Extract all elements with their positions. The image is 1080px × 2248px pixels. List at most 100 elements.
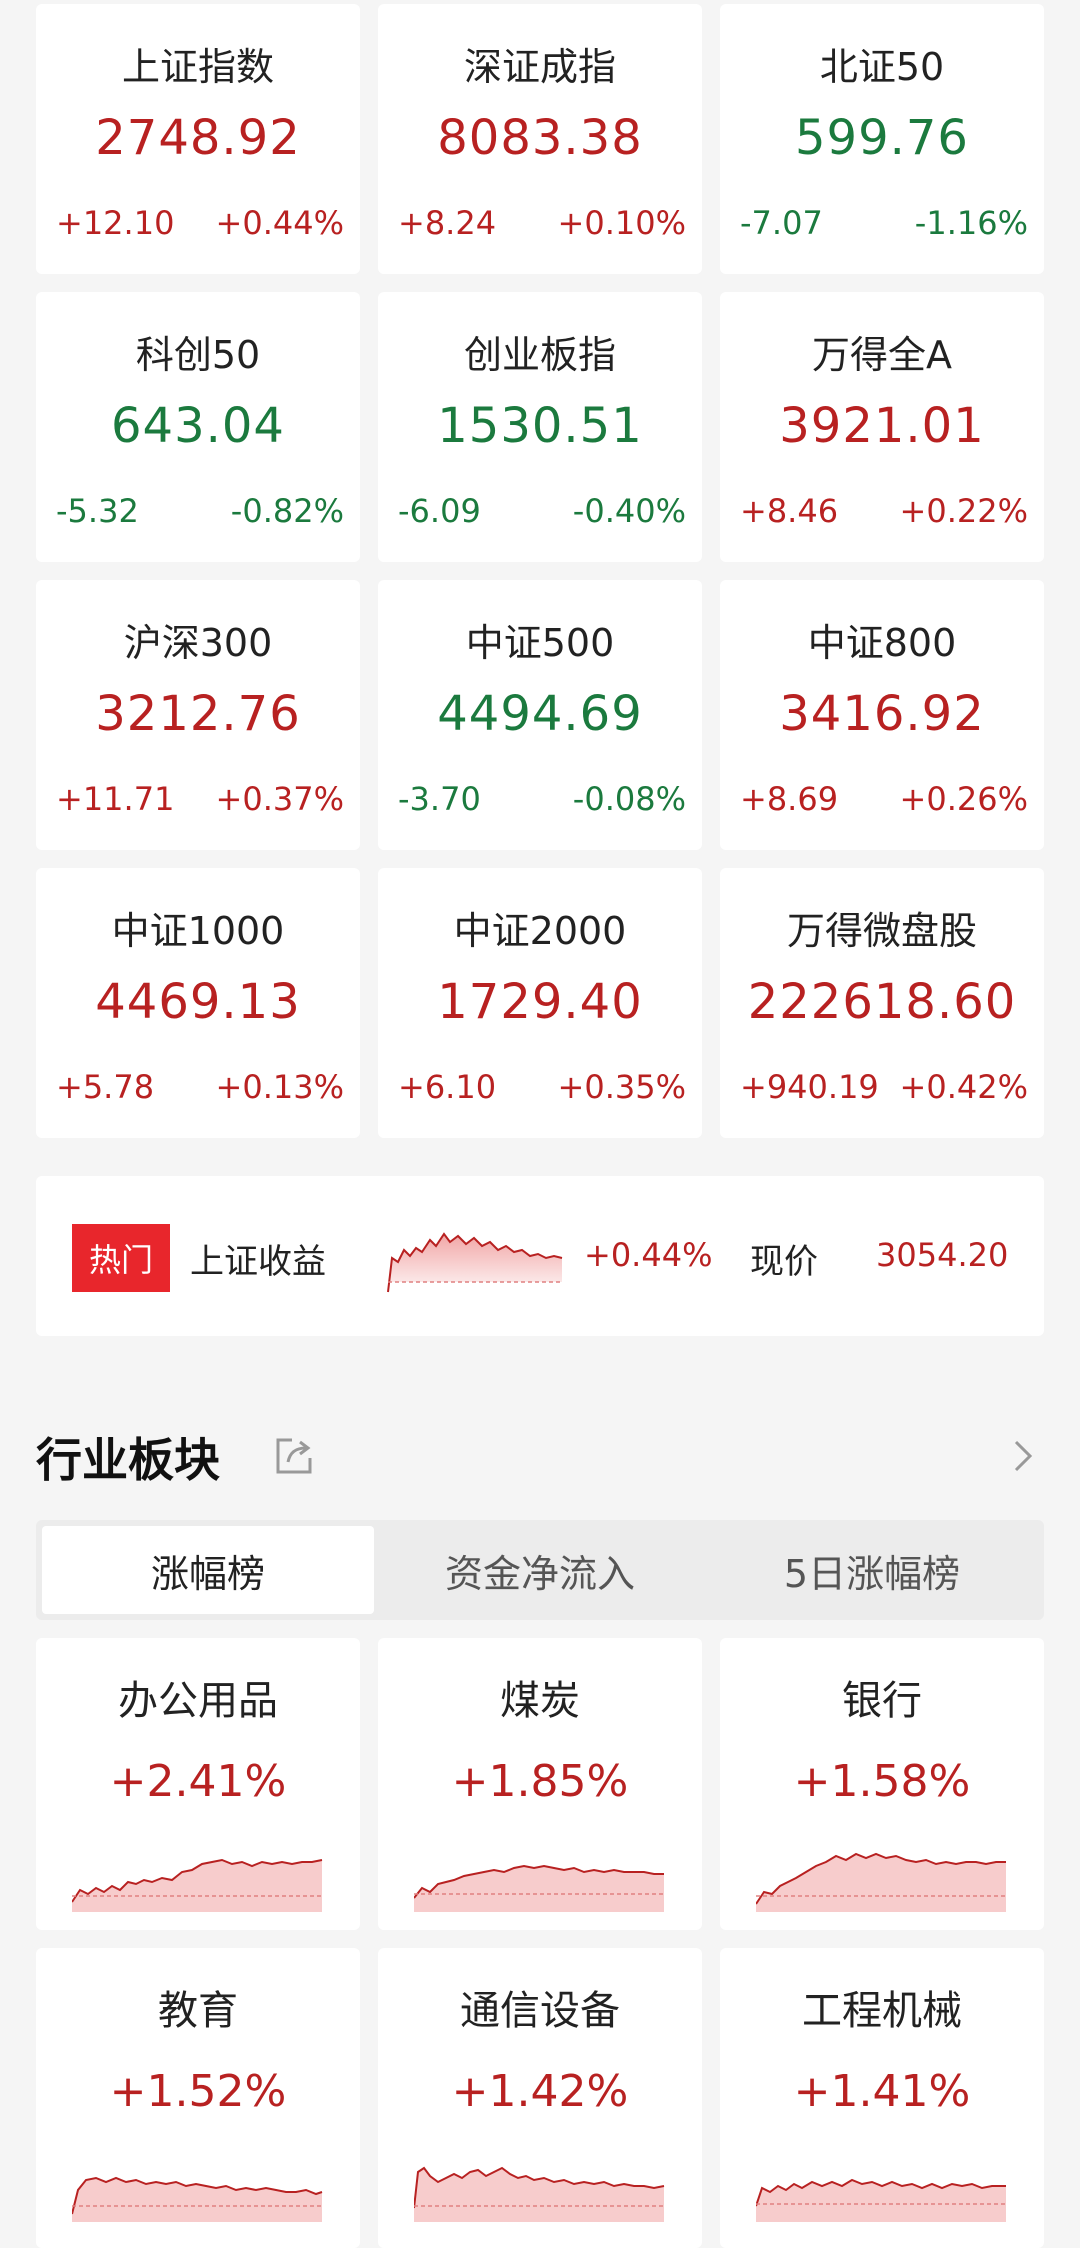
index-card[interactable]: 中证500 4494.69 -3.70 -0.08%	[378, 580, 702, 850]
index-change: +12.10	[56, 204, 175, 242]
index-value: 2748.92	[95, 110, 301, 166]
sector-pct: +1.41%	[793, 2066, 971, 2117]
index-change: -6.09	[398, 492, 481, 530]
index-grid: 上证指数 2748.92 +12.10 +0.44% 深证成指 8083.38 +8.24…	[36, 4, 1044, 1138]
index-card[interactable]: 沪深300 3212.76 +11.71 +0.37%	[36, 580, 360, 850]
chevron-right-icon[interactable]	[1008, 1434, 1038, 1478]
hot-index-pct: +0.44%	[584, 1236, 713, 1274]
sector-sparkline	[756, 1852, 1006, 1912]
index-change: -7.07	[740, 204, 823, 242]
sector-sparkline	[72, 1858, 323, 1912]
section-title: 行业板块	[36, 1433, 220, 1487]
index-change: +8.24	[398, 204, 497, 242]
index-pct: +0.10%	[557, 204, 686, 242]
index-name: 创业板指	[463, 333, 616, 377]
sector-card[interactable]: 煤炭 +1.85%	[378, 1638, 702, 1930]
sector-name: 通信设备	[460, 1988, 620, 2034]
index-card[interactable]: 上证指数 2748.92 +12.10 +0.44%	[36, 4, 360, 274]
sector-tabs: 涨幅榜 资金净流入 5日涨幅榜	[36, 1520, 1044, 1620]
sector-name: 办公用品	[118, 1678, 278, 1724]
tab-gainers[interactable]: 涨幅榜	[42, 1526, 374, 1614]
sector-pct: +1.58%	[793, 1756, 971, 1807]
tab-net-inflow[interactable]: 资金净流入	[374, 1526, 706, 1614]
index-card[interactable]: 中证2000 1729.40 +6.10 +0.35%	[378, 868, 702, 1138]
sector-sparkline	[756, 2178, 1006, 2222]
index-change: +6.10	[398, 1068, 497, 1106]
sector-sparkline	[72, 2176, 323, 2222]
index-change: -3.70	[398, 780, 481, 818]
hot-sparkline	[387, 1232, 563, 1293]
index-name: 万得微盘股	[786, 909, 977, 953]
sector-card[interactable]: 银行 +1.58%	[720, 1638, 1044, 1930]
sector-pct: +2.41%	[109, 1756, 287, 1807]
sector-card[interactable]: 通信设备 +1.42%	[378, 1948, 702, 2248]
index-pct: +0.13%	[215, 1068, 344, 1106]
sector-pct: +1.85%	[451, 1756, 629, 1807]
hot-index-name: 上证收益	[190, 1242, 326, 1282]
index-value: 1530.51	[437, 398, 643, 454]
index-value: 222618.60	[747, 974, 1017, 1030]
hot-badge: 热门	[72, 1224, 170, 1292]
index-change: +8.69	[740, 780, 839, 818]
index-pct: -0.82%	[230, 492, 344, 530]
hot-index-card[interactable]: 热门 上证收益 +0.44% 现价 3054.20	[36, 1176, 1044, 1336]
sector-sparkline	[414, 2166, 665, 2222]
index-name: 深证成指	[463, 45, 616, 89]
index-card[interactable]: 中证1000 4469.13 +5.78 +0.13%	[36, 868, 360, 1138]
index-value: 599.76	[795, 110, 969, 166]
index-value: 4469.13	[95, 974, 301, 1030]
tab-5day-gainers[interactable]: 5日涨幅榜	[706, 1526, 1038, 1614]
index-change: +5.78	[56, 1068, 155, 1106]
sector-name: 教育	[158, 1988, 238, 2034]
index-name: 科创50	[135, 333, 261, 377]
hot-price-label: 现价	[750, 1242, 818, 1282]
sector-name: 煤炭	[500, 1678, 580, 1724]
index-pct: +0.22%	[899, 492, 1028, 530]
index-card[interactable]: 北证50 599.76 -7.07 -1.16%	[720, 4, 1044, 274]
index-card[interactable]: 科创50 643.04 -5.32 -0.82%	[36, 292, 360, 562]
index-pct: +0.44%	[215, 204, 344, 242]
index-value: 3212.76	[95, 686, 301, 742]
index-pct: -0.08%	[572, 780, 686, 818]
sector-grid: 办公用品 +2.41% 煤炭 +1.85% 银行 +1.58% 教育 +1.52…	[36, 1638, 1044, 2248]
index-pct: -1.16%	[914, 204, 1028, 242]
index-name: 上证指数	[121, 45, 274, 89]
index-pct: -0.40%	[572, 492, 686, 530]
index-name: 沪深300	[123, 621, 273, 665]
index-pct: +0.37%	[215, 780, 344, 818]
index-card[interactable]: 深证成指 8083.38 +8.24 +0.10%	[378, 4, 702, 274]
index-change: +11.71	[56, 780, 175, 818]
sector-name: 工程机械	[802, 1988, 962, 2034]
index-value: 1729.40	[437, 974, 643, 1030]
index-pct: +0.35%	[557, 1068, 686, 1106]
index-value: 643.04	[111, 398, 285, 454]
share-icon[interactable]	[272, 1434, 316, 1478]
index-name: 中证2000	[453, 909, 627, 953]
sector-sparkline	[414, 1864, 664, 1912]
sector-pct: +1.42%	[451, 2066, 629, 2117]
index-change: +8.46	[740, 492, 839, 530]
sector-pct: +1.52%	[109, 2066, 287, 2117]
index-value: 3921.01	[779, 398, 985, 454]
index-value: 4494.69	[437, 686, 643, 742]
index-card[interactable]: 万得全A 3921.01 +8.46 +0.22%	[720, 292, 1044, 562]
index-name: 万得全A	[812, 333, 952, 377]
index-pct: +0.42%	[899, 1068, 1028, 1106]
index-card[interactable]: 创业板指 1530.51 -6.09 -0.40%	[378, 292, 702, 562]
sector-card[interactable]: 教育 +1.52%	[36, 1948, 360, 2248]
index-change: -5.32	[56, 492, 139, 530]
index-name: 中证1000	[111, 909, 285, 953]
index-name: 北证50	[819, 45, 945, 89]
sector-name: 银行	[842, 1678, 922, 1724]
hot-price: 3054.20	[876, 1236, 1009, 1274]
index-name: 中证500	[465, 621, 615, 665]
sector-card[interactable]: 工程机械 +1.41%	[720, 1948, 1044, 2248]
index-name: 中证800	[807, 621, 957, 665]
index-card[interactable]: 中证800 3416.92 +8.69 +0.26%	[720, 580, 1044, 850]
index-value: 3416.92	[779, 686, 985, 742]
index-value: 8083.38	[437, 110, 643, 166]
index-card[interactable]: 万得微盘股 222618.60 +940.19 +0.42%	[720, 868, 1044, 1138]
sector-section-header: 行业板块	[36, 1420, 1044, 1490]
sector-card[interactable]: 办公用品 +2.41%	[36, 1638, 360, 1930]
index-change: +940.19	[740, 1068, 879, 1106]
